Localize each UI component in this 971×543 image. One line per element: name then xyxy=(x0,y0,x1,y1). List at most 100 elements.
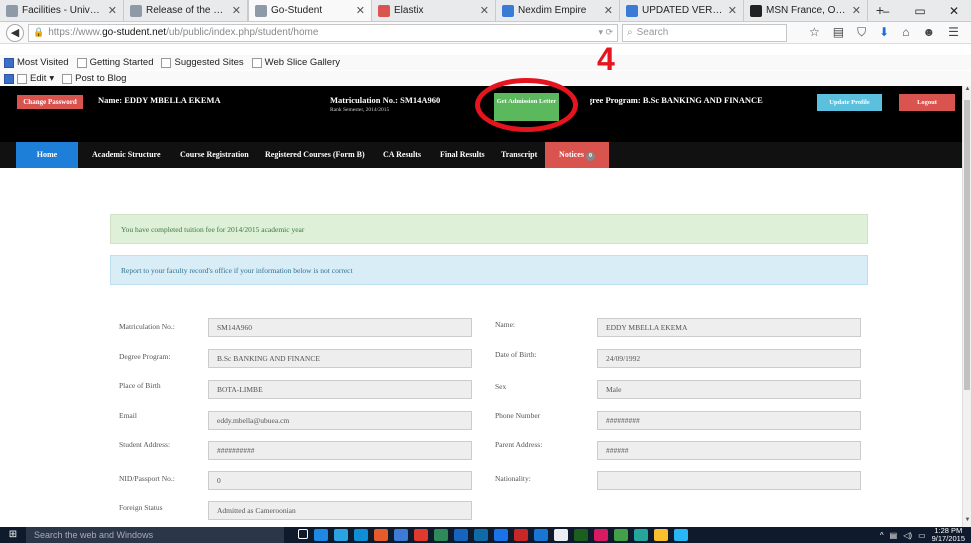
minimize-icon[interactable]: – xyxy=(869,0,903,22)
bookmark-web-slice-gallery[interactable]: Web Slice Gallery xyxy=(251,57,340,68)
close-icon[interactable]: ✕ xyxy=(480,4,489,17)
nav-home[interactable]: Home xyxy=(16,142,78,168)
bookmark-icon xyxy=(76,57,87,68)
store-icon[interactable] xyxy=(354,529,368,541)
close-icon[interactable]: ✕ xyxy=(728,4,737,17)
close-icon[interactable]: ✕ xyxy=(852,4,861,17)
clock[interactable]: 1:28 PM 9/17/2015 xyxy=(932,527,965,543)
app-red-icon[interactable] xyxy=(514,529,528,541)
nav-course-registration[interactable]: Course Registration xyxy=(180,142,249,168)
reload-icon[interactable]: ▾ ⟳ xyxy=(598,27,613,38)
windows-start-icon[interactable]: ⊞ xyxy=(0,527,26,543)
post-to-blog-label: Post to Blog xyxy=(75,73,127,84)
tab-label: Release of the Fir... xyxy=(146,5,229,16)
sex-field: Male xyxy=(597,380,861,399)
parent-address-field: ###### xyxy=(597,441,861,460)
phone-field: ######### xyxy=(597,411,861,430)
tray-expand-icon[interactable]: ^ xyxy=(880,531,884,540)
skype-icon[interactable] xyxy=(454,529,468,541)
sex-label: Sex xyxy=(495,382,507,391)
logout-button[interactable]: Logout xyxy=(899,94,955,111)
search-input[interactable]: ⌕ Search xyxy=(622,23,787,42)
nav-notices[interactable]: Notices 0 xyxy=(545,142,609,168)
app-yellow-icon[interactable] xyxy=(654,529,668,541)
file-explorer-icon[interactable] xyxy=(334,529,348,541)
change-password-button[interactable]: Change Password xyxy=(17,95,83,109)
app-green-icon[interactable] xyxy=(614,529,628,541)
bookmark-getting-started[interactable]: Getting Started xyxy=(76,57,153,68)
window-controls: – ▭ ✕ xyxy=(869,0,971,22)
phone-label: Phone Number xyxy=(495,411,541,420)
browser-tab[interactable]: MSN France, Out... ✕ xyxy=(744,0,868,21)
close-icon[interactable]: ✕ xyxy=(232,4,241,17)
close-icon[interactable]: ✕ xyxy=(108,4,117,17)
browser-tab[interactable]: Elastix ✕ xyxy=(372,0,496,21)
browser-tab[interactable]: Facilities - Univer... ✕ xyxy=(0,0,124,21)
firefox-icon[interactable] xyxy=(374,529,388,541)
url-bar[interactable]: 🔒 https://www. go-student.net/ub/public/i… xyxy=(28,23,618,42)
bookmark-suggested-sites[interactable]: Suggested Sites xyxy=(161,57,244,68)
photoshop-icon[interactable] xyxy=(474,529,488,541)
email-field: eddy.mbella@ubuea.cm xyxy=(208,411,472,430)
nav-registered-courses[interactable]: Registered Courses (Form B) xyxy=(265,142,365,168)
pocket-icon[interactable]: ⛉ xyxy=(857,25,866,40)
menu-icon[interactable]: ☰ xyxy=(948,25,959,40)
download-icon[interactable]: ⬇ xyxy=(879,25,889,40)
scroll-down-icon[interactable]: ▼ xyxy=(963,517,971,527)
browser-tab-active[interactable]: Go-Student ✕ xyxy=(248,0,372,21)
opera-icon[interactable] xyxy=(414,529,428,541)
outlook-icon[interactable] xyxy=(394,529,408,541)
close-icon[interactable]: ✕ xyxy=(356,4,365,17)
url-host: go-student.net xyxy=(102,27,167,38)
reading-list-icon[interactable]: ▤ xyxy=(833,25,844,40)
chrome-icon[interactable] xyxy=(434,529,448,541)
close-window-icon[interactable]: ✕ xyxy=(937,0,971,22)
app-lightblue-icon[interactable] xyxy=(674,529,688,541)
back-arrow-icon[interactable]: ◀ xyxy=(6,23,24,42)
taskbar-search-input[interactable]: Search the web and Windows xyxy=(26,527,284,543)
browser-tab[interactable]: UPDATED VERSI... ✕ xyxy=(620,0,744,21)
clock-date: 9/17/2015 xyxy=(931,534,965,543)
home-icon[interactable]: ⌂ xyxy=(902,25,909,40)
bookmark-most-visited[interactable]: Most Visited xyxy=(4,57,69,68)
page-scrollbar[interactable]: ▲ ▼ xyxy=(962,86,971,527)
annotation-number: 4 xyxy=(597,41,615,77)
blog-icon xyxy=(4,73,14,84)
blog-edit-button[interactable]: Edit ▾ xyxy=(4,73,54,84)
update-profile-button[interactable]: Update Profile xyxy=(817,94,882,111)
browser-tab[interactable]: Nexdim Empire ✕ xyxy=(496,0,620,21)
post-to-blog-button[interactable]: Post to Blog xyxy=(62,73,126,84)
blog-toolbar: Edit ▾ Post to Blog xyxy=(0,71,971,86)
info-alert: Report to your faculty record's office i… xyxy=(110,255,868,285)
nav-final-results[interactable]: Final Results xyxy=(440,142,485,168)
close-icon[interactable]: ✕ xyxy=(604,4,613,17)
bookmark-label: Web Slice Gallery xyxy=(264,57,340,68)
edge-icon[interactable] xyxy=(314,529,328,541)
network-icon[interactable]: ▤ xyxy=(890,531,898,540)
parent-address-label: Parent Address: xyxy=(495,440,543,449)
nav-ca-results[interactable]: CA Results xyxy=(383,142,421,168)
browser-tab[interactable]: Release of the Fir... ✕ xyxy=(124,0,248,21)
addon-icon[interactable]: ☻ xyxy=(922,25,935,40)
volume-icon[interactable]: ◁) xyxy=(903,531,912,540)
scroll-up-icon[interactable]: ▲ xyxy=(963,86,971,96)
app-pink-icon[interactable] xyxy=(594,529,608,541)
app-teal-icon[interactable] xyxy=(634,529,648,541)
nav-academic-structure[interactable]: Academic Structure xyxy=(92,142,161,168)
notepad-icon[interactable] xyxy=(554,529,568,541)
maximize-icon[interactable]: ▭ xyxy=(903,0,937,22)
word-icon[interactable] xyxy=(494,529,508,541)
degree-label: Degree Program: xyxy=(119,352,171,361)
app-blue-icon[interactable] xyxy=(534,529,548,541)
bookmark-star-icon[interactable]: ☆ xyxy=(809,25,820,40)
notifications-icon[interactable]: ▭ xyxy=(918,531,926,540)
scrollbar-thumb[interactable] xyxy=(964,100,970,390)
task-view-icon[interactable] xyxy=(298,529,308,539)
name-field: EDDY MBELLA EKEMA xyxy=(597,318,861,337)
url-scheme: https://www. xyxy=(48,27,103,38)
publisher-icon[interactable] xyxy=(574,529,588,541)
bookmarks-toolbar: Most Visited Getting Started Suggested S… xyxy=(0,55,971,70)
bookmark-label: Suggested Sites xyxy=(174,57,244,68)
tab-favicon xyxy=(626,4,638,17)
nav-transcript[interactable]: Transcript xyxy=(501,142,537,168)
